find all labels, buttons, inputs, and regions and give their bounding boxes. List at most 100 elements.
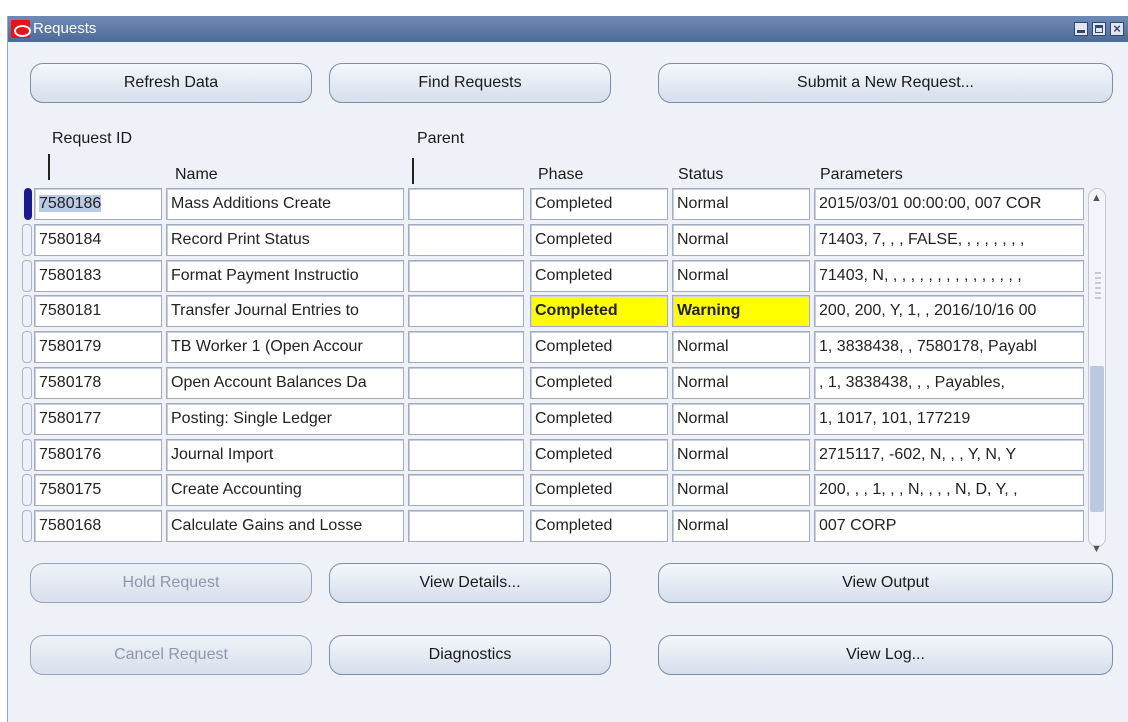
row-selector[interactable] bbox=[22, 439, 32, 471]
refresh-data-button[interactable]: Refresh Data bbox=[30, 63, 312, 103]
cell-parent[interactable] bbox=[408, 367, 524, 399]
row-selector[interactable] bbox=[22, 260, 32, 292]
submit-new-request-button[interactable]: Submit a New Request... bbox=[658, 63, 1113, 103]
cell-parent[interactable] bbox=[408, 403, 524, 435]
maximize-icon[interactable] bbox=[1092, 22, 1106, 36]
view-output-button[interactable]: View Output bbox=[658, 563, 1113, 603]
cell-id[interactable]: 7580183 bbox=[34, 260, 162, 292]
cell-id[interactable]: 7580178 bbox=[34, 367, 162, 399]
cell-name[interactable]: Mass Additions Create bbox=[166, 188, 404, 220]
cell-parent[interactable] bbox=[408, 188, 524, 220]
cell-name[interactable]: Posting: Single Ledger bbox=[166, 403, 404, 435]
cell-params[interactable]: 1, 1017, 101, 177219 bbox=[814, 403, 1084, 435]
cell-status[interactable]: Normal bbox=[672, 331, 810, 363]
cell-params[interactable]: 200, , , 1, , , N, , , , N, D, Y, , bbox=[814, 474, 1084, 506]
cell-phase[interactable]: Completed bbox=[530, 295, 668, 327]
cell-status[interactable]: Warning bbox=[672, 295, 810, 327]
cell-parent[interactable] bbox=[408, 260, 524, 292]
cell-status-text: Normal bbox=[677, 410, 729, 427]
cell-status-text: Normal bbox=[677, 374, 729, 391]
cell-params[interactable]: 71403, N, , , , , , , , , , , , , , , , bbox=[814, 260, 1084, 292]
row-selector[interactable] bbox=[22, 331, 32, 363]
cell-phase[interactable]: Completed bbox=[530, 474, 668, 506]
row-selector[interactable] bbox=[24, 188, 32, 220]
cell-parent[interactable] bbox=[408, 295, 524, 327]
cell-phase[interactable]: Completed bbox=[530, 510, 668, 542]
close-icon[interactable]: × bbox=[1110, 22, 1124, 36]
cell-status-text: Normal bbox=[677, 481, 729, 498]
cell-phase-text: Completed bbox=[535, 446, 613, 463]
scrollbar-thumb[interactable] bbox=[1090, 366, 1104, 512]
cell-params[interactable]: 1, 3838438, , 7580178, Payabl bbox=[814, 331, 1084, 363]
cell-params[interactable]: , 1, 3838438, , , Payables, bbox=[814, 367, 1084, 399]
cell-parent[interactable] bbox=[408, 331, 524, 363]
cancel-request-button[interactable]: Cancel Request bbox=[30, 635, 312, 675]
cell-phase[interactable]: Completed bbox=[530, 439, 668, 471]
cell-id[interactable]: 7580184 bbox=[34, 224, 162, 256]
row-selector[interactable] bbox=[22, 474, 32, 506]
cell-parent[interactable] bbox=[408, 439, 524, 471]
cell-id[interactable]: 7580168 bbox=[34, 510, 162, 542]
scroll-down-icon[interactable]: ▼ bbox=[1091, 543, 1102, 555]
cell-id-text: 7580177 bbox=[39, 410, 102, 427]
cell-id[interactable]: 7580177 bbox=[34, 403, 162, 435]
cell-name[interactable]: Format Payment Instructio bbox=[166, 260, 404, 292]
cell-status[interactable]: Normal bbox=[672, 188, 810, 220]
cell-status[interactable]: Normal bbox=[672, 474, 810, 506]
cell-params[interactable]: 2015/03/01 00:00:00, 007 COR bbox=[814, 188, 1084, 220]
cell-name[interactable]: Journal Import bbox=[166, 439, 404, 471]
row-selector[interactable] bbox=[22, 295, 32, 327]
cell-phase[interactable]: Completed bbox=[530, 188, 668, 220]
cell-phase-text: Completed bbox=[535, 231, 613, 248]
cell-name[interactable]: Record Print Status bbox=[166, 224, 404, 256]
diagnostics-button[interactable]: Diagnostics bbox=[329, 635, 611, 675]
find-requests-button[interactable]: Find Requests bbox=[329, 63, 611, 103]
cell-phase[interactable]: Completed bbox=[530, 224, 668, 256]
cell-id[interactable]: 7580175 bbox=[34, 474, 162, 506]
cell-params[interactable]: 71403, 7, , , FALSE, , , , , , , , bbox=[814, 224, 1084, 256]
cell-name[interactable]: Transfer Journal Entries to bbox=[166, 295, 404, 327]
cell-phase[interactable]: Completed bbox=[530, 260, 668, 292]
cell-params-text: 1, 1017, 101, 177219 bbox=[819, 410, 971, 427]
cell-name[interactable]: Create Accounting bbox=[166, 474, 404, 506]
row-selector[interactable] bbox=[22, 403, 32, 435]
view-log-button[interactable]: View Log... bbox=[658, 635, 1113, 675]
row-selector[interactable] bbox=[22, 510, 32, 542]
cell-status[interactable]: Normal bbox=[672, 367, 810, 399]
cell-params[interactable]: 007 CORP bbox=[814, 510, 1084, 542]
cell-id-text: 7580184 bbox=[39, 231, 102, 248]
cell-status[interactable]: Normal bbox=[672, 403, 810, 435]
cell-params[interactable]: 200, 200, Y, 1, , 2016/10/16 00 bbox=[814, 295, 1084, 327]
cell-name[interactable]: TB Worker 1 (Open Accour bbox=[166, 331, 404, 363]
row-selector[interactable] bbox=[22, 224, 32, 256]
cell-name[interactable]: Open Account Balances Da bbox=[166, 367, 404, 399]
cell-phase[interactable]: Completed bbox=[530, 367, 668, 399]
minimize-icon[interactable] bbox=[1074, 22, 1088, 36]
cell-status[interactable]: Normal bbox=[672, 224, 810, 256]
row-selector[interactable] bbox=[22, 367, 32, 399]
cell-phase[interactable]: Completed bbox=[530, 331, 668, 363]
cell-status[interactable]: Normal bbox=[672, 260, 810, 292]
cell-params[interactable]: 2715117, -602, N, , , Y, N, Y bbox=[814, 439, 1084, 471]
cell-status[interactable]: Normal bbox=[672, 439, 810, 471]
cell-id[interactable]: 7580179 bbox=[34, 331, 162, 363]
cell-status[interactable]: Normal bbox=[672, 510, 810, 542]
cell-parent[interactable] bbox=[408, 474, 524, 506]
col-name: Name bbox=[175, 166, 218, 183]
cell-id[interactable]: 7580186 bbox=[34, 188, 162, 220]
cell-params-text: 71403, 7, , , FALSE, , , , , , , , bbox=[819, 231, 1025, 248]
cell-id[interactable]: 7580181 bbox=[34, 295, 162, 327]
cell-parent[interactable] bbox=[408, 224, 524, 256]
view-details-button[interactable]: View Details... bbox=[329, 563, 611, 603]
cell-phase[interactable]: Completed bbox=[530, 403, 668, 435]
cell-name[interactable]: Calculate Gains and Losse bbox=[166, 510, 404, 542]
col-parameters: Parameters bbox=[820, 166, 903, 183]
cell-parent[interactable] bbox=[408, 510, 524, 542]
hold-request-button[interactable]: Hold Request bbox=[30, 563, 312, 603]
cell-id[interactable]: 7580176 bbox=[34, 439, 162, 471]
header-divider bbox=[48, 154, 50, 180]
scroll-up-icon[interactable]: ▲ bbox=[1091, 192, 1102, 204]
cell-status-text: Normal bbox=[677, 338, 729, 355]
title-bar[interactable]: Requests × bbox=[8, 16, 1128, 42]
col-request-id: Request ID bbox=[52, 130, 133, 147]
